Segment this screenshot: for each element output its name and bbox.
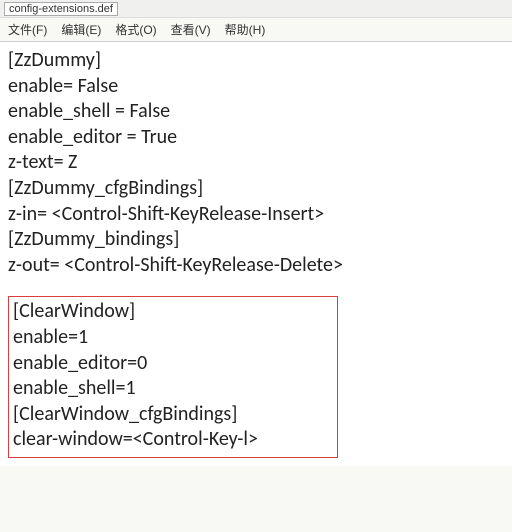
menu-format[interactable]: 格式(O) [111,20,160,39]
config-line: enable_editor=0 [13,351,333,377]
config-line: [ClearWindow_cfgBindings] [13,402,333,428]
config-line: enable_shell = False [8,99,504,125]
menu-edit[interactable]: 编辑(E) [57,20,105,39]
title-tab: config-extensions.def [4,2,118,16]
editor-content[interactable]: [ZzDummy] enable= False enable_shell = F… [0,41,512,466]
config-line: [ZzDummy] [8,48,504,74]
titlebar: config-extensions.def [0,0,512,18]
config-line: [ZzDummy_cfgBindings] [8,176,504,202]
config-line: z-text= Z [8,150,504,176]
config-line: z-in= <Control-Shift-KeyRelease-Insert> [8,202,504,228]
config-line: clear-window=<Control-Key-l> [13,427,333,453]
menu-view[interactable]: 查看(V) [167,20,215,39]
config-line: enable=1 [13,325,333,351]
config-line: enable= False [8,74,504,100]
menubar: 文件(F) 编辑(E) 格式(O) 查看(V) 帮助(H) [0,18,512,41]
config-line: [ClearWindow] [13,299,333,325]
config-block-zzdummy: [ZzDummy] enable= False enable_shell = F… [8,48,504,278]
menu-help[interactable]: 帮助(H) [221,20,270,39]
blank-line [8,278,504,296]
config-line: enable_shell=1 [13,376,333,402]
config-line: [ZzDummy_bindings] [8,227,504,253]
config-line: z-out= <Control-Shift-KeyRelease-Delete> [8,253,504,279]
menu-file[interactable]: 文件(F) [4,20,51,39]
config-block-clearwindow-highlight: [ClearWindow] enable=1 enable_editor=0 e… [8,296,338,458]
config-line: enable_editor = True [8,125,504,151]
